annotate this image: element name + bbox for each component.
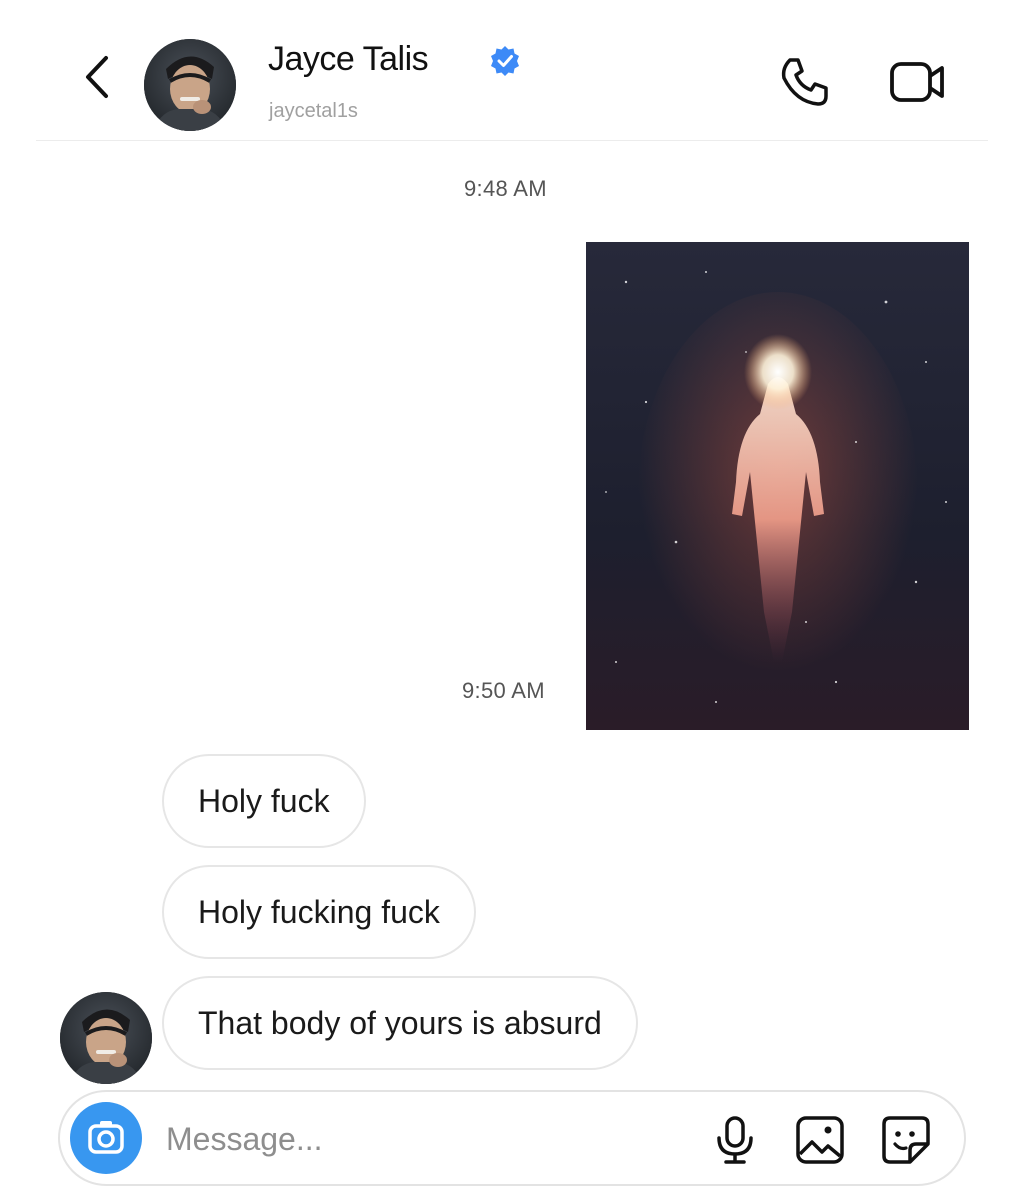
contact-username: jaycetal1s: [269, 100, 358, 122]
back-button[interactable]: [78, 52, 118, 102]
message-timestamp: 9:50 AM: [462, 678, 545, 703]
video-call-button[interactable]: [886, 54, 950, 110]
video-camera-icon: [890, 62, 944, 102]
glowing-figure-in-space-photo: [586, 242, 969, 730]
chevron-left-icon: [86, 56, 108, 98]
image-icon: [796, 1116, 844, 1164]
sticker-button[interactable]: [880, 1114, 932, 1166]
microphone-icon: [717, 1116, 753, 1164]
verified-badge-icon: [488, 44, 522, 78]
audio-call-button[interactable]: [776, 54, 832, 110]
sticker-icon: [882, 1116, 930, 1164]
camera-icon: [88, 1121, 124, 1154]
received-message-bubble[interactable]: Holy fuck: [162, 754, 366, 848]
direct-message-screen: Jayce Talis jaycetal1s 9:48 AM 9:50 AM H…: [36, 30, 988, 1200]
phone-icon: [781, 58, 828, 106]
message-input[interactable]: [164, 1110, 688, 1168]
sender-avatar[interactable]: [60, 992, 152, 1084]
sent-photo[interactable]: [586, 242, 969, 730]
chat-header: Jayce Talis jaycetal1s: [36, 30, 988, 141]
message-timestamp: 9:48 AM: [464, 176, 547, 201]
received-message-bubble[interactable]: That body of yours is absurd: [162, 976, 638, 1070]
voice-message-button[interactable]: [712, 1114, 758, 1166]
profile-photo: [60, 992, 152, 1084]
message-composer: [58, 1090, 966, 1186]
gallery-button[interactable]: [794, 1114, 846, 1166]
contact-name[interactable]: Jayce Talis: [268, 40, 429, 79]
avatar[interactable]: [144, 39, 236, 131]
profile-photo: [144, 39, 236, 131]
camera-button[interactable]: [70, 1102, 142, 1174]
received-message-bubble[interactable]: Holy fucking fuck: [162, 865, 476, 959]
